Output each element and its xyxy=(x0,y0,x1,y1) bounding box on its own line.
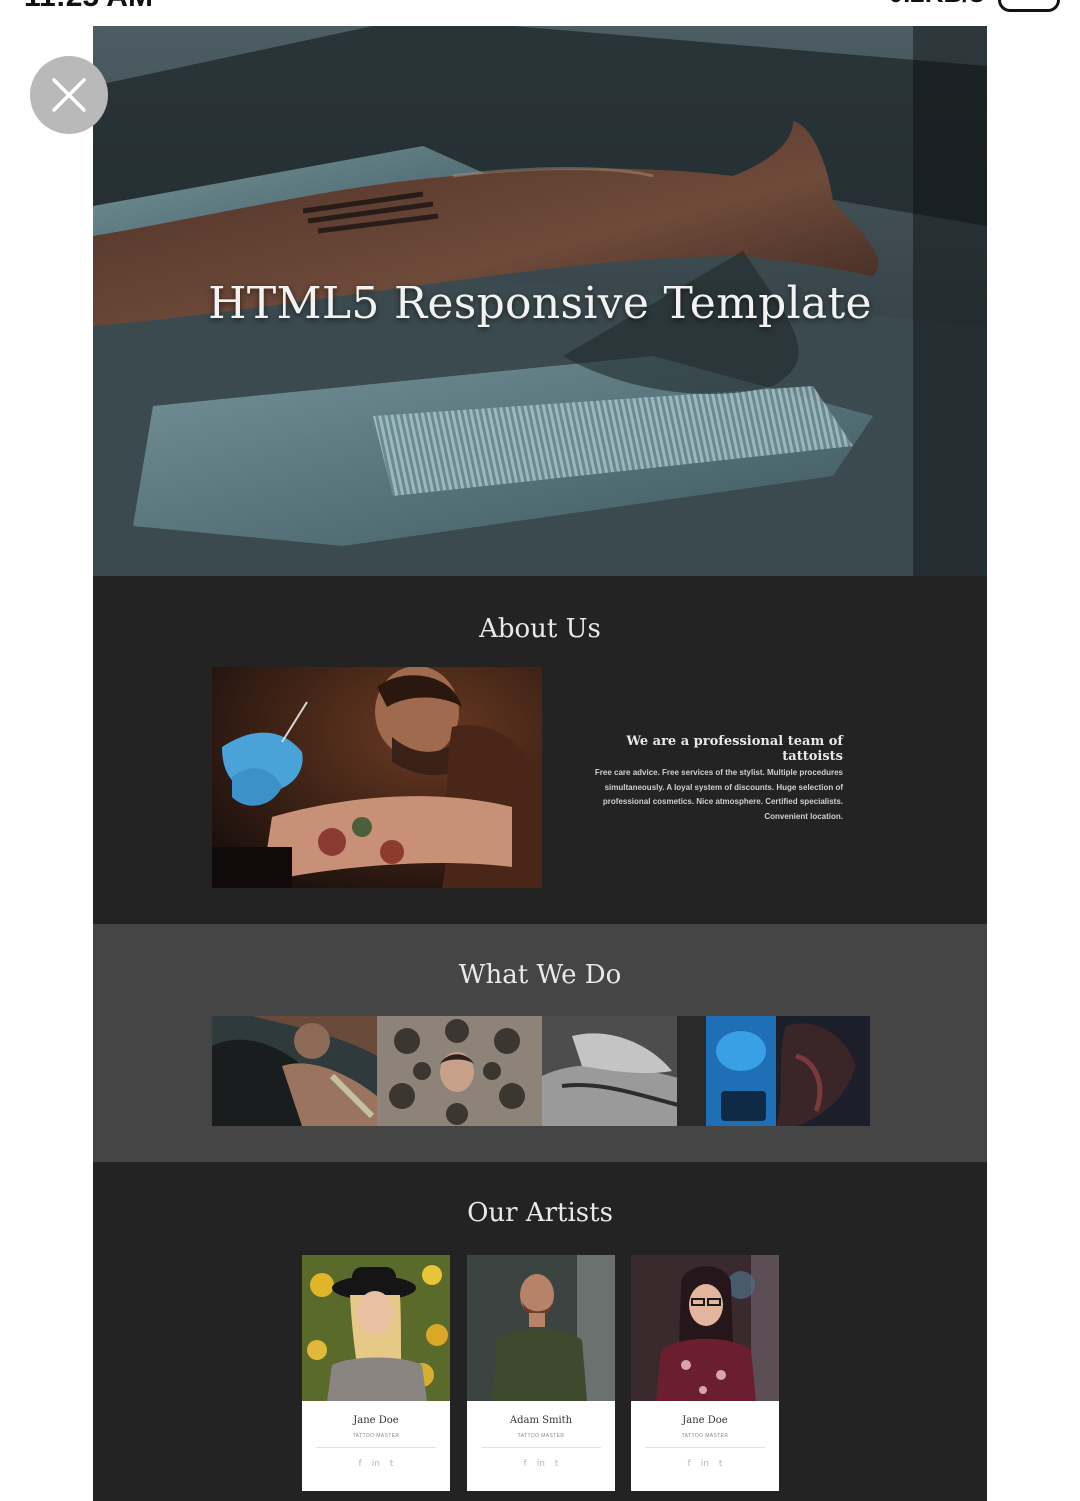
twitter-icon[interactable]: t xyxy=(555,1459,559,1469)
card-divider xyxy=(316,1447,436,1448)
artist-name: Jane Doe xyxy=(353,1415,399,1426)
about-title: About Us xyxy=(479,614,601,644)
facebook-icon[interactable]: f xyxy=(524,1459,527,1469)
artists-title: Our Artists xyxy=(467,1198,613,1228)
artist-socials: f in t xyxy=(302,1459,450,1469)
artist-photo xyxy=(302,1255,450,1401)
artist-role: TATTOO MASTER xyxy=(517,1433,565,1439)
artist-socials: f in t xyxy=(631,1459,779,1469)
battery-icon xyxy=(998,0,1060,12)
gallery xyxy=(212,1016,870,1126)
status-bar: 11:25 AM 0.2KB/s xyxy=(0,0,1080,14)
gallery-image[interactable] xyxy=(377,1016,542,1126)
artist-role: TATTOO MASTER xyxy=(352,1433,400,1439)
what-we-do-section: What We Do xyxy=(93,924,987,1162)
about-text: Free care advice. Free services of the s… xyxy=(594,768,843,821)
twitter-icon[interactable]: t xyxy=(390,1459,394,1469)
linkedin-icon[interactable]: in xyxy=(537,1459,545,1469)
card-divider xyxy=(645,1447,765,1448)
close-icon xyxy=(52,78,86,112)
hero-title: HTML5 Responsive Template xyxy=(208,278,872,329)
about-heading: We are a professional team of tattoists xyxy=(626,734,843,764)
artist-name: Jane Doe xyxy=(682,1415,728,1426)
about-photo xyxy=(212,667,542,888)
what-we-do-title: What We Do xyxy=(458,960,622,990)
card-divider xyxy=(481,1447,601,1448)
artist-card[interactable]: Jane Doe TATTOO MASTER f in t xyxy=(631,1255,779,1491)
artist-name: Adam Smith xyxy=(509,1415,573,1426)
artist-card[interactable]: Jane Doe TATTOO MASTER f in t xyxy=(302,1255,450,1491)
artists-section: Our Artists Jane Doe TATTOO MASTER f in … xyxy=(93,1162,987,1501)
hero-section: HTML5 Responsive Template xyxy=(93,26,987,576)
status-net-speed: 0.2KB/s xyxy=(889,0,984,12)
gallery-image[interactable] xyxy=(212,1016,377,1126)
linkedin-icon[interactable]: in xyxy=(372,1459,380,1469)
twitter-icon[interactable]: t xyxy=(719,1459,723,1469)
artist-card[interactable]: Adam Smith TATTOO MASTER f in t xyxy=(467,1255,615,1491)
artist-photo xyxy=(631,1255,779,1401)
gallery-image[interactable] xyxy=(706,1016,870,1126)
artist-role: TATTOO MASTER xyxy=(681,1433,729,1439)
gallery-image[interactable] xyxy=(542,1016,706,1126)
status-icons: 0.2KB/s xyxy=(889,0,1060,12)
status-time: 11:25 AM xyxy=(24,0,153,14)
template-preview[interactable]: HTML5 Responsive Template About Us We ar… xyxy=(93,26,987,1501)
about-section: About Us We are a professional team of t… xyxy=(93,576,987,924)
facebook-icon[interactable]: f xyxy=(688,1459,691,1469)
artist-photo xyxy=(467,1255,615,1401)
facebook-icon[interactable]: f xyxy=(359,1459,362,1469)
artist-socials: f in t xyxy=(467,1459,615,1469)
linkedin-icon[interactable]: in xyxy=(701,1459,709,1469)
close-button[interactable] xyxy=(30,56,108,134)
